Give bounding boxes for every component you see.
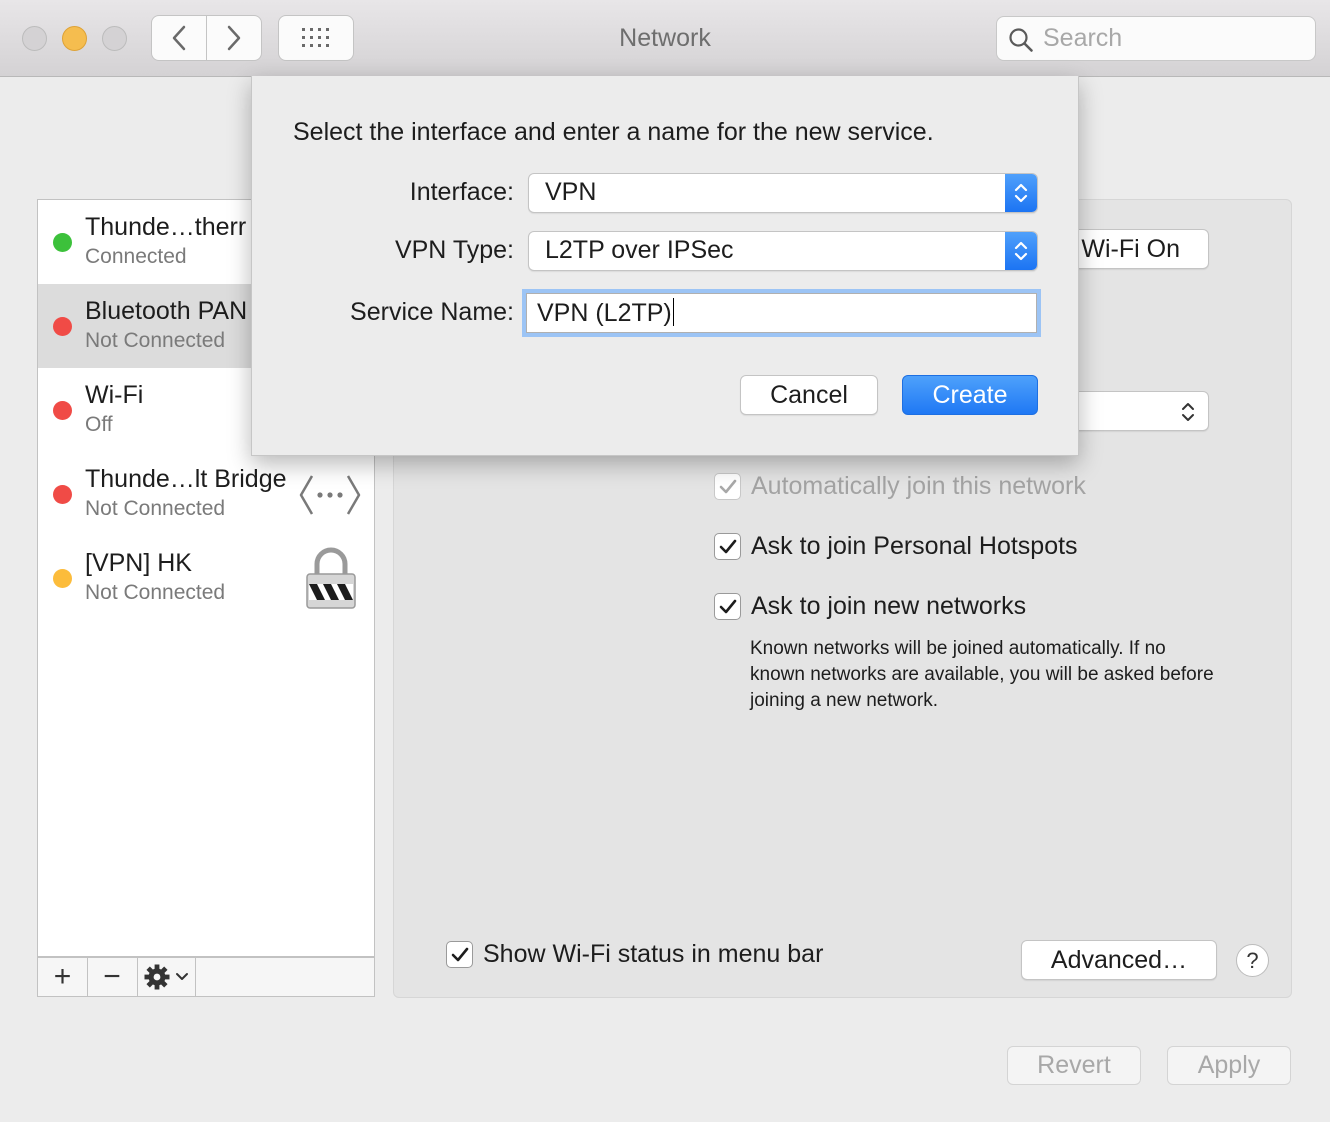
checkmark-icon (719, 539, 736, 553)
service-status: Connected (85, 245, 187, 268)
service-item-vpn-hk[interactable]: [VPN] HK Not Connected (38, 536, 374, 620)
status-dot (53, 569, 72, 588)
add-service-button[interactable]: + (38, 958, 88, 996)
revert-button[interactable]: Revert (1007, 1046, 1141, 1085)
service-list-toolbar: + − (37, 957, 375, 997)
interface-label: Interface: (409, 178, 514, 206)
chevron-updown-icon (1182, 403, 1194, 421)
vpn-type-label: VPN Type: (394, 236, 514, 264)
cancel-button[interactable]: Cancel (740, 375, 878, 415)
service-status: Not Connected (85, 581, 226, 604)
search-placeholder: Search (1043, 24, 1123, 52)
service-name: Thunde…lt Bridge (85, 465, 287, 493)
ask-hotspots-label: Ask to join Personal Hotspots (751, 532, 1078, 560)
vpn-type-stepper (1005, 232, 1037, 270)
new-service-sheet: Select the interface and enter a name fo… (251, 76, 1079, 456)
search-icon (1009, 28, 1033, 52)
status-dot (53, 401, 72, 420)
wifi-on-label: Wi-Fi On (1081, 234, 1180, 263)
service-name: Thunde…therr (85, 213, 247, 241)
network-name-popup[interactable] (1062, 391, 1209, 431)
service-status: Not Connected (85, 497, 226, 520)
status-dot (53, 485, 72, 504)
search-field[interactable]: Search (996, 16, 1316, 61)
checkmark-icon (451, 947, 468, 961)
service-status: Not Connected (85, 329, 226, 352)
service-item-thunderbolt-bridge[interactable]: Thunde…lt Bridge Not Connected (38, 452, 374, 536)
action-menu-button[interactable] (137, 958, 196, 996)
interface-popup[interactable]: VPN (528, 173, 1038, 213)
auto-join-label: Automatically join this network (751, 472, 1086, 500)
advanced-button[interactable]: Advanced… (1021, 940, 1217, 980)
chevron-updown-icon (1014, 183, 1028, 203)
create-button[interactable]: Create (902, 375, 1038, 415)
wifi-on-button[interactable]: Wi-Fi On (1062, 229, 1209, 269)
interface-value: VPN (545, 178, 597, 206)
service-status: Off (85, 413, 113, 436)
vpn-type-value: L2TP over IPSec (545, 236, 734, 264)
interface-stepper (1005, 174, 1037, 212)
service-name-value: VPN (L2TP) (537, 299, 672, 327)
ask-hotspots-checkbox[interactable] (714, 533, 741, 560)
ask-new-networks-label: Ask to join new networks (751, 592, 1027, 620)
ask-new-networks-checkbox[interactable] (714, 593, 741, 620)
vpn-type-popup[interactable]: L2TP over IPSec (528, 231, 1038, 271)
chevron-updown-icon (1014, 241, 1028, 261)
checkmark-icon (719, 479, 736, 493)
service-name: Wi-Fi (85, 381, 144, 409)
status-dot (53, 233, 72, 252)
service-name: Bluetooth PAN (85, 297, 248, 325)
title-bar: Network Search (0, 0, 1330, 77)
show-wifi-status-checkbox[interactable] (446, 941, 473, 968)
show-wifi-status-label: Show Wi-Fi status in menu bar (483, 940, 824, 968)
gear-icon (144, 964, 188, 990)
ask-new-networks-note: Known networks will be joined automatica… (750, 638, 1214, 711)
bridge-arrows-icon (299, 475, 361, 515)
lock-icon (306, 547, 356, 609)
apply-button[interactable]: Apply (1167, 1046, 1291, 1085)
service-name-label: Service Name: (350, 298, 514, 326)
status-dot (53, 317, 72, 336)
checkmark-icon (719, 599, 736, 613)
sheet-message: Select the interface and enter a name fo… (293, 118, 934, 146)
remove-service-button[interactable]: − (87, 958, 138, 996)
service-name: [VPN] HK (85, 549, 192, 577)
auto-join-checkbox[interactable] (714, 473, 741, 500)
text-caret (672, 298, 675, 326)
service-name-input[interactable]: VPN (L2TP) (526, 293, 1037, 333)
help-button[interactable]: ? (1236, 944, 1269, 977)
